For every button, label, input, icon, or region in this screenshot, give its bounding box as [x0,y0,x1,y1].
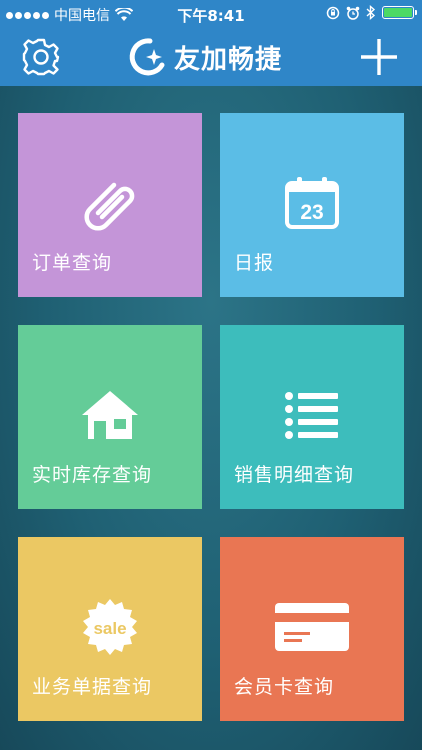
sale-badge-icon: sale [83,599,137,655]
tile-icon-wrap [220,385,404,445]
tile-business-document-query[interactable]: sale 业务单据查询 [18,537,202,721]
tile-icon-wrap [18,385,202,445]
tile-icon-wrap: 23 [220,173,404,233]
tile-icon-wrap: sale [18,597,202,657]
card-icon [275,603,349,651]
calendar-icon: 23 [285,177,339,229]
tile-label: 业务单据查询 [32,676,153,698]
alarm-icon [346,6,360,20]
tile-label: 实时库存查询 [32,464,153,486]
calendar-day-text: 23 [300,201,323,224]
nav-bar: 友加畅捷 [0,28,422,86]
tile-label: 销售明细查询 [234,464,355,486]
add-button[interactable] [358,36,400,78]
tile-icon-wrap [220,597,404,657]
settings-button[interactable] [20,36,62,78]
paperclip-icon [84,182,135,231]
app-logo-icon [129,38,165,76]
app-title-group: 友加畅捷 [124,37,282,77]
plus-icon [361,39,397,75]
tile-label: 订单查询 [32,252,113,274]
tile-label: 日报 [234,252,275,274]
tile-order-query[interactable]: 订单查询 [18,113,202,297]
app-screen: 中国电信 下午8:41 友加畅捷 订单查询 23 日报 实时库存查询 销售明细查… [0,0,422,750]
sale-badge-text: sale [93,619,126,638]
tile-sales-detail-query[interactable]: 销售明细查询 [220,325,404,509]
app-title: 友加畅捷 [174,44,283,75]
status-right-group [326,5,417,20]
rotation-lock-icon [326,6,340,19]
status-bar: 中国电信 下午8:41 [0,0,422,28]
battery-fill [384,8,412,17]
gear-icon [22,38,60,76]
tile-member-card-query[interactable]: 会员卡查询 [220,537,404,721]
tile-label: 会员卡查询 [234,676,335,698]
list-icon [285,392,338,439]
bluetooth-icon [366,5,376,20]
tile-inventory-query[interactable]: 实时库存查询 [18,325,202,509]
tile-icon-wrap [18,173,202,233]
battery-icon [382,6,417,19]
tile-daily-report[interactable]: 23 日报 [220,113,404,297]
house-icon [82,391,138,439]
